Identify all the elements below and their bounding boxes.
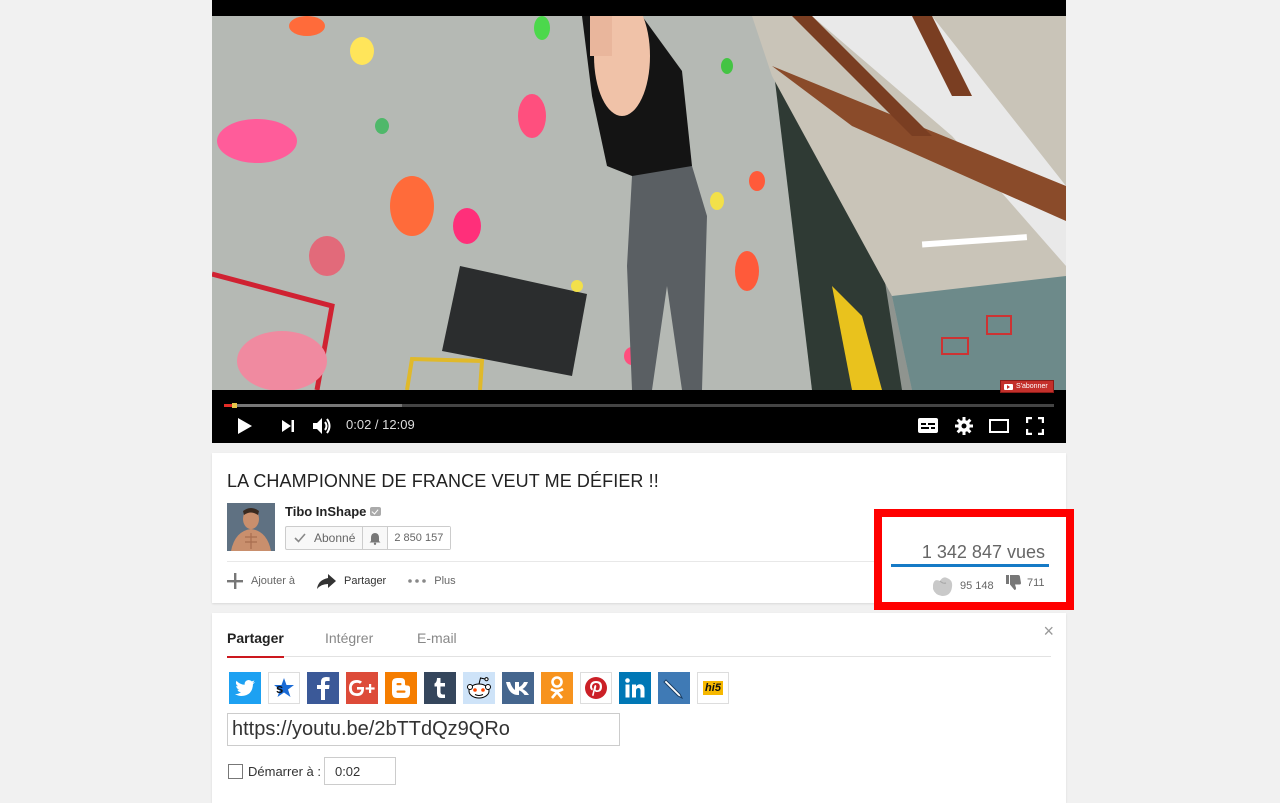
settings-button[interactable] — [952, 408, 976, 443]
notification-bell-button[interactable] — [363, 527, 389, 549]
video-still — [212, 16, 1066, 390]
dislike-count: 711 — [1027, 576, 1045, 589]
play-button[interactable] — [232, 408, 258, 443]
volume-button[interactable] — [310, 408, 334, 443]
fullscreen-icon — [1026, 416, 1044, 435]
subscribed-label: Abonné — [314, 531, 356, 545]
hi5-icon: hi5 — [703, 681, 723, 695]
twitter-icon — [235, 680, 255, 696]
twitter-share-button[interactable] — [229, 672, 261, 704]
more-label: Plus — [434, 575, 456, 587]
like-flex-icon — [933, 577, 953, 596]
settings-icon — [955, 416, 973, 435]
avatar-image — [227, 503, 275, 551]
watermark-label: S'abonner — [1016, 383, 1048, 390]
add-to-button[interactable]: Ajouter à — [227, 573, 295, 589]
channel-name[interactable]: Tibo InShape — [285, 504, 382, 519]
dislike-button[interactable]: 711 — [1006, 575, 1045, 590]
video-title: LA CHAMPIONNE DE FRANCE VEUT ME DÉFIER !… — [227, 471, 659, 491]
volume-icon — [313, 417, 331, 434]
share-arrow-icon — [317, 573, 337, 589]
reddit-share-button[interactable] — [463, 672, 495, 704]
share-label: Partager — [344, 575, 387, 587]
livejournal-share-button[interactable] — [658, 672, 690, 704]
facebook-icon — [317, 677, 330, 700]
action-bar: Ajouter à Partager Plus — [227, 572, 478, 590]
subscription-group: Abonné 2 850 157 — [285, 526, 452, 550]
more-button[interactable]: Plus — [408, 575, 456, 587]
stumbleupon-icon: s — [274, 678, 294, 697]
youtube-icon — [1004, 383, 1013, 390]
odnoklassniki-icon — [550, 676, 564, 699]
plus-icon — [227, 573, 243, 589]
vk-icon — [506, 682, 529, 695]
tumblr-icon — [434, 678, 445, 698]
blogger-icon — [392, 678, 410, 698]
pinterest-icon — [585, 677, 607, 699]
subscribed-button[interactable]: Abonné — [286, 527, 364, 549]
linkedin-share-button[interactable] — [619, 672, 651, 704]
like-button[interactable]: 95 148 — [931, 575, 994, 597]
share-tabs: Partager Intégrer E-mail — [227, 613, 1051, 658]
hi5-share-button[interactable]: hi5 — [697, 672, 729, 704]
social-share-buttons: s hi5 — [229, 672, 729, 704]
bell-icon — [369, 532, 381, 545]
pinterest-share-button[interactable] — [580, 672, 612, 704]
play-icon — [238, 417, 252, 434]
svg-text:s: s — [276, 681, 283, 696]
theater-mode-icon — [989, 418, 1009, 433]
tab-share[interactable]: Partager — [227, 630, 284, 658]
more-dots-icon — [408, 579, 427, 583]
odnoklassniki-share-button[interactable] — [541, 672, 573, 704]
next-button[interactable] — [276, 408, 300, 443]
share-panel: Partager Intégrer E-mail × s hi5 https:/… — [212, 613, 1066, 803]
subtitles-button[interactable] — [916, 408, 940, 443]
progress-bar[interactable] — [224, 404, 1054, 407]
next-icon — [282, 419, 294, 432]
start-at-checkbox[interactable] — [228, 763, 243, 779]
theater-mode-button[interactable] — [987, 408, 1011, 443]
linkedin-icon — [625, 678, 645, 698]
add-to-label: Ajouter à — [251, 575, 296, 587]
video-frame[interactable] — [212, 16, 1066, 390]
player-controls: 0:02 / 12:09 — [212, 408, 1066, 443]
buffer-bar — [224, 404, 402, 407]
like-count: 95 148 — [960, 580, 994, 592]
google-plus-icon — [349, 680, 375, 696]
video-player[interactable]: S'abonner 0:02 / 12:09 — [212, 0, 1066, 443]
tab-embed[interactable]: Intégrer — [325, 630, 373, 656]
livejournal-icon — [663, 679, 684, 699]
google-plus-share-button[interactable] — [346, 672, 378, 704]
start-at-label: Démarrer à : — [248, 763, 321, 779]
start-at-row: Démarrer à : — [228, 757, 396, 785]
view-stats-highlight: 1 342 847 vues 95 148 711 — [874, 509, 1074, 610]
view-count: 1 342 847 vues — [921, 542, 1045, 562]
vk-share-button[interactable] — [502, 672, 534, 704]
sentiment-bar — [891, 564, 1049, 567]
tab-email[interactable]: E-mail — [417, 630, 457, 656]
share-button[interactable]: Partager — [317, 573, 387, 589]
tumblr-share-button[interactable] — [424, 672, 456, 704]
blogger-share-button[interactable] — [385, 672, 417, 704]
time-display: 0:02 / 12:09 — [346, 417, 415, 432]
verified-icon — [370, 507, 382, 516]
checkmark-icon — [294, 533, 306, 543]
channel-avatar[interactable] — [227, 503, 275, 551]
subscribe-watermark[interactable]: S'abonner — [1000, 380, 1054, 393]
close-share-button[interactable]: × — [1043, 621, 1054, 642]
stumbleupon-share-button[interactable]: s — [268, 672, 300, 704]
start-time-input[interactable] — [323, 757, 396, 785]
subtitles-icon — [918, 418, 938, 433]
subscriber-count: 2 850 157 — [388, 527, 451, 549]
channel-name-label: Tibo InShape — [285, 504, 367, 519]
thumbs-down-icon — [1006, 575, 1021, 590]
reddit-icon — [467, 677, 491, 699]
share-url-input[interactable] — [227, 713, 620, 746]
facebook-share-button[interactable] — [307, 672, 339, 704]
fullscreen-button[interactable] — [1023, 408, 1047, 443]
